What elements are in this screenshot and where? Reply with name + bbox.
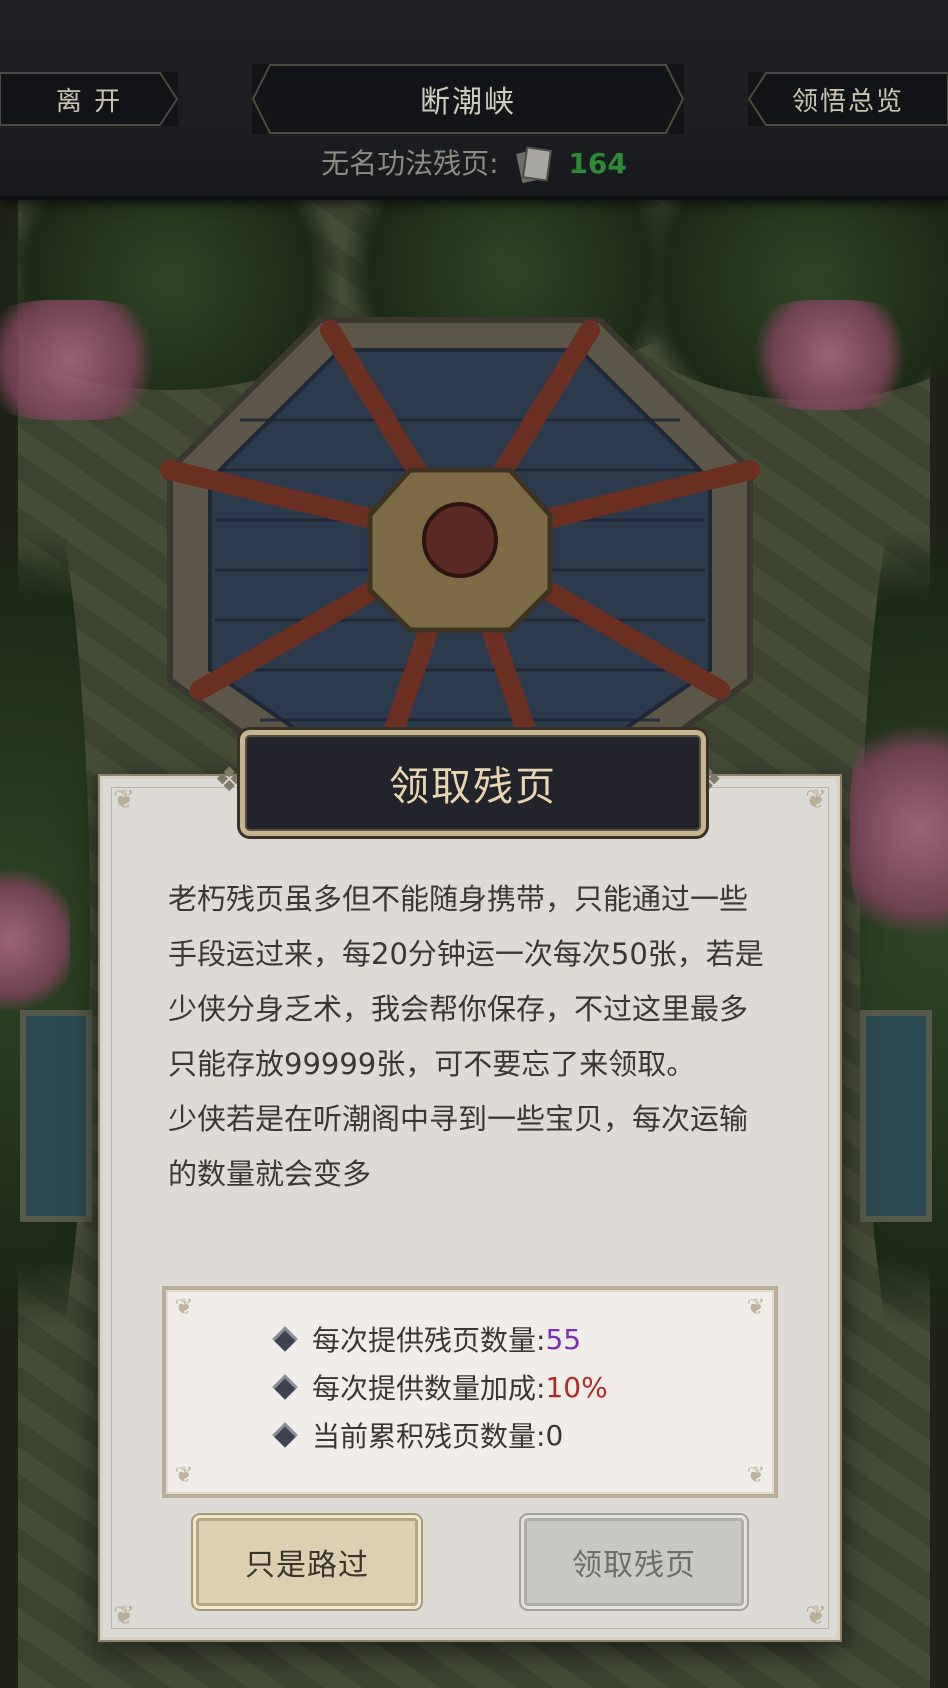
dialog-title: 领取残页 (240, 730, 706, 836)
stat-label: 每次提供数量加成: (312, 1372, 546, 1405)
corner-ornament-icon: ❦ (174, 1295, 194, 1320)
insight-overview-label: 领悟总览 (791, 86, 904, 117)
flower-bush (850, 700, 948, 960)
corner-ornament-icon: ❦ (113, 1601, 135, 1631)
leave-label: 离 开 (55, 86, 123, 117)
corner-ornament-icon: ❦ (113, 785, 135, 815)
paper-pages-icon (516, 146, 553, 184)
diamond-bullet-icon (272, 1326, 298, 1352)
corner-ornament-icon: ❦ (805, 1601, 827, 1631)
leave-button[interactable]: 离 开 (0, 72, 178, 126)
pavilion-roof (160, 317, 760, 793)
pages-label: 无名功法残页: (321, 147, 499, 180)
description-paragraph: 老朽残页虽多但不能随身携带，只能通过一些手段运过来，每20分钟运一次每次50张，… (168, 882, 764, 1081)
corner-ornament-icon: ❦ (805, 785, 827, 815)
stat-label: 当前累积残页数量: (312, 1420, 546, 1453)
pond (860, 1010, 932, 1222)
diamond-bullet-icon (272, 1374, 298, 1400)
stat-row-pages-per-delivery: 每次提供残页数量: 55 (272, 1316, 582, 1362)
stat-row-accumulated-pages: 当前累积残页数量: 0 (272, 1412, 564, 1458)
description-paragraph: 少侠若是在听潮阁中寻到一些宝贝，每次运输的数量就会变多 (168, 1102, 749, 1191)
stat-value: 10% (545, 1370, 608, 1404)
stat-value: 0 (545, 1418, 564, 1452)
corner-ornament-icon: ❦ (746, 1463, 766, 1488)
pages-count: 164 (568, 147, 627, 180)
game-screen: 离 开 断潮峡 领悟总览 无名功法残页: 164 ❖ ❖ 领取残页 ❦ ❦ ❦ … (0, 0, 948, 1688)
stat-value: 55 (545, 1322, 582, 1356)
insight-overview-button[interactable]: 领悟总览 (748, 72, 948, 126)
pond (20, 1010, 92, 1222)
location-title-plate: 断潮峡 (252, 64, 684, 134)
just-passing-button[interactable]: 只是路过 (196, 1518, 418, 1606)
diamond-bullet-icon (272, 1422, 298, 1448)
dialog-description: 老朽残页虽多但不能随身携带，只能通过一些手段运过来，每20分钟运一次每次50张，… (168, 872, 768, 1202)
claim-pages-button[interactable]: 领取残页 (524, 1518, 744, 1606)
corner-ornament-icon: ❦ (174, 1463, 194, 1488)
stat-label: 每次提供残页数量: (312, 1324, 546, 1357)
location-title: 断潮峡 (420, 85, 516, 120)
stats-panel: ❦ ❦ ❦ ❦ 每次提供残页数量: 55 每次提供数量加成: 10% 当前累积残… (162, 1286, 778, 1498)
pages-counter: 无名功法残页: 164 (0, 142, 948, 185)
corner-ornament-icon: ❦ (746, 1295, 766, 1320)
stat-row-delivery-bonus: 每次提供数量加成: 10% (272, 1364, 608, 1410)
top-bar: 离 开 断潮峡 领悟总览 无名功法残页: 164 (0, 0, 948, 200)
